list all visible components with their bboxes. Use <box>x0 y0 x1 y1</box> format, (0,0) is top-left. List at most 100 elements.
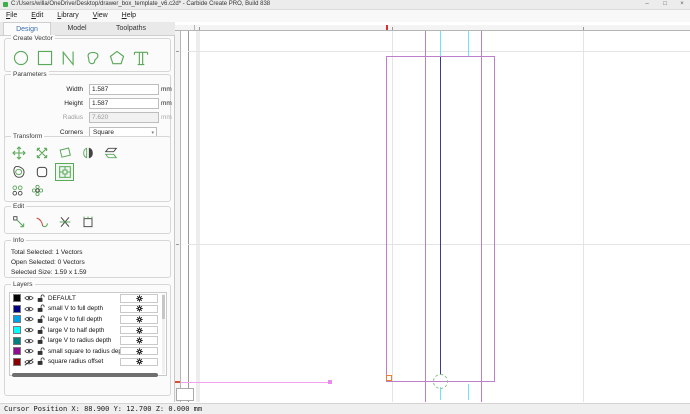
layer-color-swatch[interactable] <box>13 304 21 313</box>
info-group: Info Total Selected: 1 Vectors Open Sele… <box>4 237 171 278</box>
layer-settings-button[interactable] <box>120 336 158 345</box>
create-vector-title: Create Vector <box>11 35 55 43</box>
menu-view[interactable]: View <box>87 10 114 22</box>
layer-row[interactable]: DEFAULT <box>10 293 166 304</box>
layer-color-swatch[interactable] <box>13 294 21 303</box>
lock-open-icon[interactable] <box>37 315 45 324</box>
eye-icon[interactable] <box>24 337 34 345</box>
scale-tool-icon[interactable] <box>32 144 51 162</box>
info-title: Info <box>11 237 26 245</box>
vector-cyan-segment[interactable] <box>440 31 441 56</box>
layer-row[interactable]: square radius offset <box>10 357 166 368</box>
transform-title: Transform <box>11 133 45 141</box>
eye-icon[interactable] <box>24 315 34 323</box>
offset-vectors-tool-icon[interactable] <box>9 163 28 181</box>
rectangle-tool-icon[interactable] <box>33 47 57 69</box>
origin-circle-marker[interactable] <box>433 374 448 389</box>
layer-row[interactable]: large V to full depth <box>10 314 166 325</box>
radius-label: Radius <box>62 114 83 121</box>
lock-open-icon[interactable] <box>37 347 45 356</box>
polyline-tool-icon[interactable] <box>57 47 81 69</box>
tab-model[interactable]: Model <box>55 22 99 35</box>
width-field[interactable] <box>89 84 159 95</box>
node-edit-tool-icon[interactable] <box>9 213 28 231</box>
width-label: Width <box>66 86 83 93</box>
gridline-vertical <box>583 31 584 402</box>
edit-group: Edit <box>4 203 171 234</box>
tab-bar: Design Model Toolpaths <box>0 22 175 36</box>
layer-settings-button[interactable] <box>120 304 158 314</box>
layer-settings-button[interactable] <box>120 325 158 335</box>
height-field[interactable] <box>89 98 159 109</box>
shear-tool-icon[interactable] <box>101 144 120 162</box>
canvas-viewport[interactable] <box>181 31 690 402</box>
vector-purple-rectangle[interactable] <box>386 56 495 382</box>
text-tool-icon[interactable] <box>129 47 153 69</box>
maximize-button[interactable]: □ <box>658 0 672 9</box>
vector-cyan-segment[interactable] <box>468 31 469 56</box>
corners-value: Square <box>93 129 114 136</box>
edit-title: Edit <box>11 203 27 211</box>
lock-open-icon[interactable] <box>37 357 45 366</box>
menu-help[interactable]: Help <box>116 10 142 22</box>
close-button[interactable]: × <box>675 0 689 9</box>
menu-file[interactable]: File <box>0 10 23 22</box>
curve-tool-icon[interactable] <box>81 47 105 69</box>
grid-array-tool-icon[interactable] <box>9 183 25 198</box>
menu-library[interactable]: Library <box>51 10 84 22</box>
circular-array-tool-icon[interactable] <box>29 183 45 198</box>
design-canvas[interactable] <box>175 22 690 402</box>
vector-pink-line[interactable] <box>181 382 331 383</box>
lock-open-icon[interactable] <box>37 304 45 313</box>
trim-vectors-tool-icon[interactable] <box>55 213 74 231</box>
title-bar: C:/Users/willa/OneDrive/Desktop/drawer_b… <box>0 0 690 10</box>
layer-row[interactable]: small square to radius depth <box>10 346 166 357</box>
lock-open-icon[interactable] <box>37 326 45 335</box>
tab-toolpaths[interactable]: Toolpaths <box>103 22 159 35</box>
window-title: C:/Users/willa/OneDrive/Desktop/drawer_b… <box>11 1 271 7</box>
eye-icon[interactable] <box>24 305 34 313</box>
radius-unit: mm <box>161 114 172 121</box>
layer-color-swatch[interactable] <box>13 347 21 356</box>
layers-horizontal-scrollbar[interactable] <box>12 373 158 377</box>
tab-design[interactable]: Design <box>3 22 51 35</box>
lock-open-icon[interactable] <box>37 336 45 345</box>
info-total-selected: Total Selected: 1 Vectors <box>11 249 83 256</box>
layer-settings-button[interactable] <box>120 315 158 324</box>
layer-color-swatch[interactable] <box>13 357 21 366</box>
circle-tool-icon[interactable] <box>9 47 33 69</box>
eye-icon[interactable] <box>24 358 34 366</box>
ruler-tick <box>392 27 393 30</box>
transform-group: Transform <box>4 133 171 202</box>
pink-line-endpoint[interactable] <box>328 380 332 384</box>
minimize-button[interactable]: – <box>640 0 654 9</box>
move-tool-icon[interactable] <box>9 144 28 162</box>
layer-row[interactable]: large V to radius depth <box>10 335 166 346</box>
width-unit: mm <box>161 86 172 93</box>
layer-row[interactable]: large V to half depth <box>10 325 166 336</box>
polygon-tool-icon[interactable] <box>105 47 129 69</box>
layer-color-swatch[interactable] <box>13 326 21 335</box>
layer-settings-button[interactable] <box>120 294 158 303</box>
curve-fit-tool-icon[interactable] <box>32 213 51 231</box>
rotate-tool-icon[interactable] <box>55 144 74 162</box>
join-vectors-tool-icon[interactable] <box>78 213 97 231</box>
mirror-tool-icon[interactable] <box>78 144 97 162</box>
layer-row[interactable]: small V to full depth <box>10 304 166 315</box>
eye-icon[interactable] <box>24 326 34 334</box>
eye-icon[interactable] <box>24 347 34 355</box>
selected-square-vector[interactable] <box>386 375 392 381</box>
eye-icon[interactable] <box>24 294 34 302</box>
nested-offset-tool-icon[interactable] <box>55 163 74 181</box>
layers-group: Layers DEFAULT small V to full depth lar… <box>4 281 171 396</box>
layer-color-swatch[interactable] <box>13 336 21 345</box>
layer-settings-button[interactable] <box>120 357 158 367</box>
menu-edit[interactable]: Edit <box>25 10 49 22</box>
layers-title: Layers <box>11 281 35 289</box>
round-corners-tool-icon[interactable] <box>32 163 51 181</box>
layer-settings-button[interactable] <box>120 346 158 356</box>
vector-cyan-segment[interactable] <box>468 384 469 400</box>
layer-color-swatch[interactable] <box>13 315 21 324</box>
lock-open-icon[interactable] <box>37 294 45 303</box>
tool-panel: Design Model Toolpaths Create Vector Par… <box>0 22 175 402</box>
